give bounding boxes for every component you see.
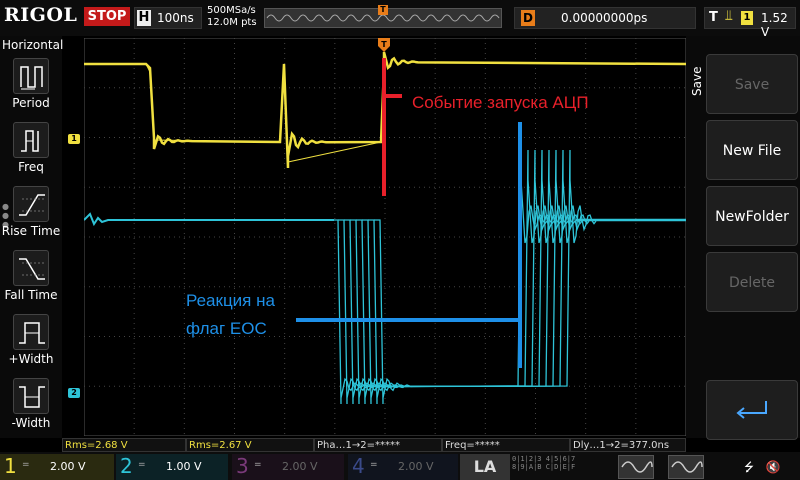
horizontal-timebase[interactable]: H 100ns xyxy=(134,7,202,29)
pos-width-icon xyxy=(13,314,49,350)
trigger-position-marker: T xyxy=(378,5,388,15)
eoc-annotation-line1: Реакция на xyxy=(186,291,275,310)
period-label: Period xyxy=(12,96,50,110)
rise-time-icon xyxy=(13,186,49,222)
ch4-coupling: = xyxy=(370,460,378,470)
fall-time-icon xyxy=(13,250,49,286)
ch1-tab[interactable]: 1 = 2.00 V xyxy=(0,454,114,480)
measure-period-button[interactable]: Period xyxy=(0,58,62,122)
svg-text:T: T xyxy=(381,40,387,49)
fall-time-label: Fall Time xyxy=(4,288,58,302)
delay-value: 0.00000000ps xyxy=(561,11,648,25)
gen2-button[interactable] xyxy=(668,455,704,479)
trigger-box[interactable]: T ⫫ 1 1.52 V xyxy=(704,7,796,39)
system-icons: ⭍ 🔇 xyxy=(744,458,781,479)
neg-width-icon xyxy=(13,378,49,414)
ch2-offset-marker[interactable]: 2 xyxy=(68,388,80,398)
measure-freq-button[interactable]: Freq xyxy=(0,122,62,186)
meas-freq[interactable]: Freq=***** xyxy=(442,438,570,452)
period-icon xyxy=(13,58,49,94)
delay-box[interactable]: D 0.00000000ps xyxy=(514,7,696,29)
adc-trigger-annotation: Событие запуска АЦП xyxy=(412,93,589,112)
sampling-info: 500MSa/s 12.0M pts xyxy=(207,5,257,29)
ch3-tab[interactable]: 3 = 2.00 V xyxy=(232,454,344,480)
gen1-button[interactable] xyxy=(618,455,654,479)
pos-width-label: +Width xyxy=(8,352,54,366)
la-channel-bits: 0|1|2|3 4|5|6|7 8|9|A|B C|D|E|F xyxy=(512,455,600,479)
trigger-label: T xyxy=(709,10,718,25)
la-bits-row2: 8|9|A|B C|D|E|F xyxy=(512,463,576,471)
waveform-canvas: T Событие запуска АЦП Реакция на флаг EO… xyxy=(83,37,687,437)
measure-rise-time-button[interactable]: Rise Time xyxy=(0,186,62,250)
trigger-level: 1.52 V xyxy=(761,11,788,39)
save-button[interactable]: Save xyxy=(706,54,798,114)
delay-label: D xyxy=(521,10,535,26)
ch4-scale: 2.00 V xyxy=(398,460,434,473)
ch3-number: 3 xyxy=(236,454,249,478)
eoc-annotation-line2: флаг EOC xyxy=(186,319,267,338)
waveform-display[interactable]: T Событие запуска АЦП Реакция на флаг EO… xyxy=(83,37,687,437)
ch2-scale: 1.00 V xyxy=(166,460,202,473)
meas-delay[interactable]: Dly…1→2=377.0ns xyxy=(570,438,686,452)
measure-fall-time-button[interactable]: Fall Time xyxy=(0,250,62,314)
return-button[interactable] xyxy=(706,380,798,440)
ch3-coupling: = xyxy=(254,460,262,470)
new-file-button[interactable]: New File xyxy=(706,120,798,180)
meas-rms-ch1[interactable]: Rms=2.68 V xyxy=(62,438,186,452)
ch1-scale: 2.00 V xyxy=(50,460,86,473)
trigger-source: 1 xyxy=(741,11,753,25)
ch2-number: 2 xyxy=(120,454,133,478)
freq-label: Freq xyxy=(18,160,44,174)
rise-time-label: Rise Time xyxy=(1,224,61,238)
ch2-tab[interactable]: 2 = 1.00 V xyxy=(116,454,228,480)
horizontal-label: H xyxy=(137,10,151,26)
meas-phase[interactable]: Pha…1→2=***** xyxy=(314,438,442,452)
rising-edge-icon: ⫫ xyxy=(725,8,733,24)
usb-icon: ⭍ xyxy=(744,460,754,474)
mute-icon[interactable]: 🔇 xyxy=(766,460,781,474)
sine-wave-icon xyxy=(621,461,653,473)
channel-status-bar: 1 = 2.00 V 2 = 1.00 V 3 = 2.00 V 4 = 2.0… xyxy=(0,452,800,480)
ch4-tab[interactable]: 4 = 2.00 V xyxy=(348,454,458,480)
timebase-value: 100ns xyxy=(157,11,194,25)
ch3-scale: 2.00 V xyxy=(282,460,318,473)
save-menu-title: Save xyxy=(690,66,704,96)
ch1-offset-marker[interactable]: 1 xyxy=(68,134,80,144)
top-status-bar: RIGOL STOP H 100ns 500MSa/s 12.0M pts T … xyxy=(0,0,800,39)
delete-button[interactable]: Delete xyxy=(706,252,798,312)
ch4-number: 4 xyxy=(352,454,365,478)
ch2-coupling: = xyxy=(138,460,146,470)
return-icon xyxy=(736,401,767,419)
memory-depth: 12.0M pts xyxy=(207,17,257,28)
measure-pos-width-button[interactable]: +Width xyxy=(0,314,62,378)
ch1-coupling: = xyxy=(22,460,30,470)
save-menu: Save Save New File NewFolder Delete xyxy=(686,36,800,440)
sine-wave-icon xyxy=(671,461,703,473)
measurement-results-bar: Rms=2.68 V Rms=2.67 V Pha…1→2=***** Freq… xyxy=(62,438,686,452)
new-folder-button[interactable]: NewFolder xyxy=(706,186,798,246)
ch1-number: 1 xyxy=(4,454,17,478)
measure-menu-title: Horizontal xyxy=(2,38,64,52)
freq-icon xyxy=(13,122,49,158)
neg-width-label: -Width xyxy=(11,416,51,430)
la-bits-row1: 0|1|2|3 4|5|6|7 xyxy=(512,455,576,463)
sample-rate: 500MSa/s xyxy=(207,5,256,16)
measure-neg-width-button[interactable]: -Width xyxy=(0,378,62,442)
meas-rms-ch2[interactable]: Rms=2.67 V xyxy=(186,438,314,452)
brand-logo: RIGOL xyxy=(4,4,78,26)
la-button[interactable]: LA xyxy=(460,454,510,480)
run-stop-indicator[interactable]: STOP xyxy=(84,7,130,26)
measure-menu: Horizontal ● ● ● Period Freq Rise Time Fal… xyxy=(0,36,64,438)
